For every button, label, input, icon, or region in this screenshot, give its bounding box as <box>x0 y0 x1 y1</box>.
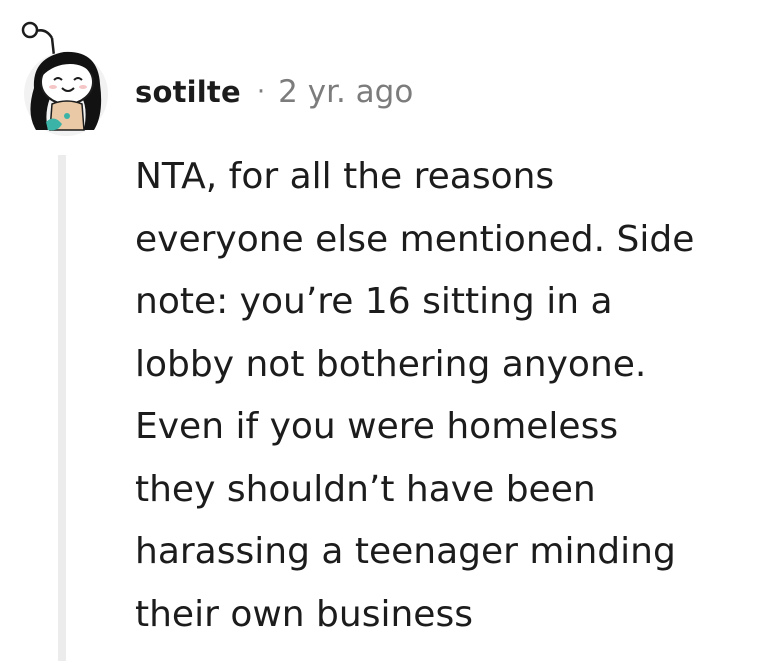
avatar[interactable] <box>18 18 114 136</box>
comment-body-line: note: you’re 16 sitting in a <box>135 281 613 322</box>
comment-body-line: lobby not bothering anyone. <box>135 343 647 385</box>
username-link[interactable]: sotilte <box>135 75 241 109</box>
timestamp[interactable]: 2 yr. ago <box>278 74 413 110</box>
comment-body-line: everyone else mentioned. Side <box>135 218 695 260</box>
comment-body-line: Even if you were homeless <box>135 406 619 447</box>
comment-body-line: they shouldn’t have been <box>135 468 596 510</box>
comment: sotilte · 2 yr. ago NTA, for all the rea… <box>0 0 783 661</box>
meta-separator: · <box>256 77 266 107</box>
user-avatar-snoo-icon <box>21 21 108 136</box>
thread-line[interactable] <box>58 155 66 661</box>
comment-body-line: harassing a teenager minding <box>135 531 676 572</box>
comment-body-line: NTA, for all the reasons <box>135 156 555 197</box>
comment-body: NTA, for all the reasons everyone else m… <box>135 146 775 646</box>
comment-body-line: their own business <box>135 593 473 635</box>
comment-meta: sotilte · 2 yr. ago <box>135 70 413 114</box>
